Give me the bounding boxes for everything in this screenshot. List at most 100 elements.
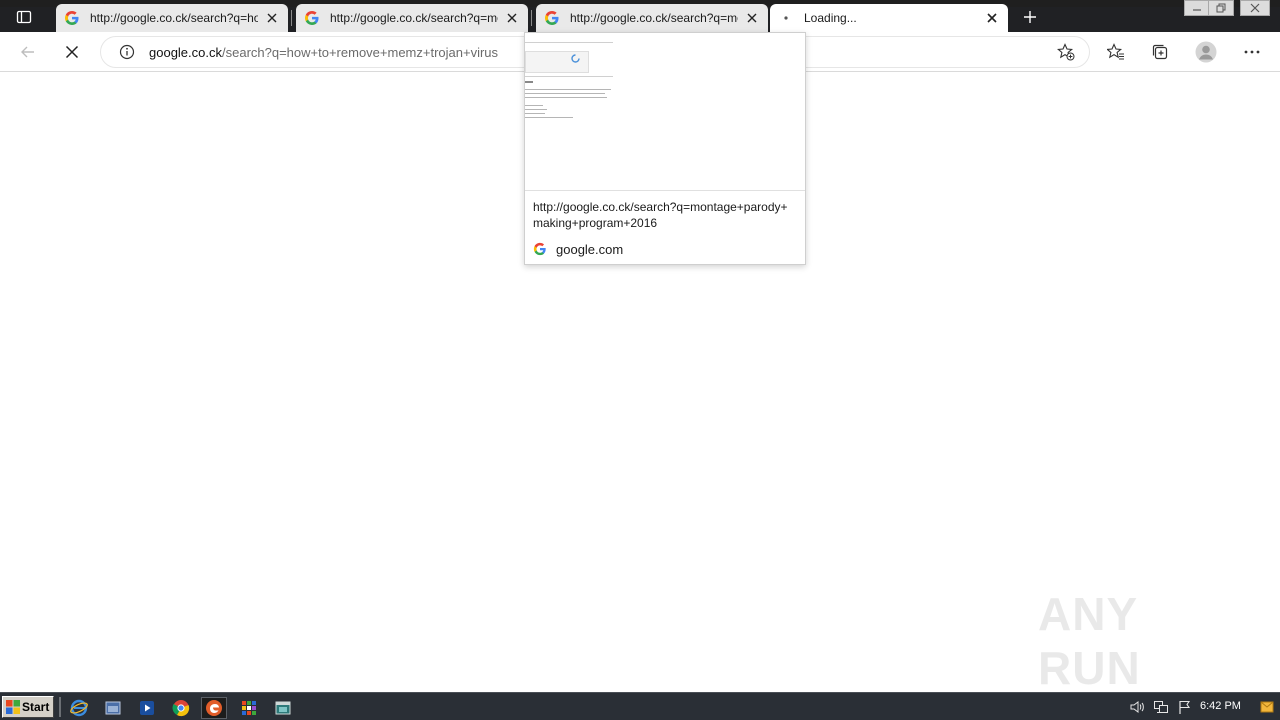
tab-close-button[interactable] (984, 10, 1000, 26)
preview-text-line (525, 93, 605, 94)
collections-button[interactable] (1144, 36, 1176, 68)
folder-window-icon (105, 701, 121, 715)
loading-spinner-icon (784, 16, 788, 20)
back-button[interactable] (12, 36, 44, 68)
flag-icon (1179, 700, 1191, 714)
profile-button[interactable] (1190, 36, 1222, 68)
hover-card-domain: google.com (556, 241, 624, 257)
tab-4-active[interactable]: Loading... (770, 4, 1008, 32)
media-player-icon (140, 701, 154, 715)
tab-separator (291, 10, 292, 26)
network-icon (1154, 701, 1168, 713)
minimize-icon (1193, 9, 1201, 11)
taskbar-window-app[interactable] (270, 697, 296, 719)
back-arrow-icon (21, 46, 34, 58)
close-icon (987, 13, 997, 23)
taskbar: Start 6:42 PM (0, 692, 1280, 720)
taskbar-ie[interactable] (66, 697, 92, 719)
favorites-button[interactable] (1100, 36, 1132, 68)
preview-text-line (525, 97, 607, 98)
tray-volume[interactable] (1128, 698, 1146, 716)
preview-text-line (525, 89, 611, 90)
google-icon (305, 11, 319, 25)
tab-2[interactable]: http://google.co.ck/search?q=montage+par… (296, 4, 528, 32)
tab-close-button[interactable] (264, 10, 280, 26)
preview-divider (525, 42, 613, 43)
address-path: /search?q=how+to+remove+memz+trojan+viru… (222, 44, 499, 60)
collections-icon (1152, 44, 1168, 60)
close-icon (507, 13, 517, 23)
taskbar-explorer[interactable] (100, 697, 126, 719)
settings-menu-button[interactable] (1236, 36, 1268, 68)
window-close-button[interactable] (1240, 0, 1270, 16)
restore-icon (1216, 3, 1226, 13)
tab-actions-icon (16, 10, 32, 24)
taskbar-media-player[interactable] (134, 697, 160, 719)
avatar-icon (1195, 41, 1217, 63)
recaptcha-icon (571, 54, 580, 63)
google-icon (65, 11, 79, 25)
show-desktop-button[interactable] (1259, 698, 1275, 716)
restore-button[interactable] (1208, 0, 1234, 16)
app-grid-icon (242, 701, 256, 715)
star-add-icon (1057, 43, 1075, 61)
browser-window: http://google.co.ck/search?q=how+to+remo… (0, 0, 1280, 720)
info-icon (119, 44, 135, 60)
anyrun-watermark: ANY RUN (1038, 588, 1238, 694)
preview-divider (525, 76, 613, 77)
speaker-icon (1130, 701, 1144, 713)
taskbar-app-grid[interactable] (236, 697, 262, 719)
start-label: Start (22, 700, 50, 714)
address-text: google.co.ck/search?q=how+to+remove+memz… (149, 45, 519, 60)
tab-separator (531, 10, 532, 26)
taskbar-edge-active[interactable] (201, 697, 227, 719)
tab-actions-button[interactable] (8, 5, 40, 29)
notification-icon (1260, 701, 1274, 713)
stop-loading-button[interactable] (56, 36, 88, 68)
preview-text-line (525, 105, 543, 106)
taskbar-separator (59, 697, 61, 717)
hover-card-url: http://google.co.ck/search?q=montage+par… (533, 200, 788, 230)
edge-icon (206, 700, 222, 716)
more-dots-icon (1244, 50, 1260, 54)
tab-close-button[interactable] (744, 10, 760, 26)
preview-text-line (525, 109, 547, 110)
preview-text-line (525, 117, 573, 118)
site-info-button[interactable] (111, 36, 143, 68)
tab-1[interactable]: http://google.co.ck/search?q=how+to+remo… (56, 4, 288, 32)
watermark-text: ANY RUN (1038, 588, 1141, 694)
tray-action-center[interactable] (1176, 698, 1194, 716)
preview-text-line (525, 113, 545, 114)
tab-title: http://google.co.ck/search?q=montage+par… (570, 11, 738, 25)
internet-explorer-icon (70, 699, 88, 717)
taskbar-chrome[interactable] (168, 697, 194, 719)
preview-heading (525, 81, 533, 83)
tab-close-button[interactable] (504, 10, 520, 26)
tab-title: Loading... (804, 11, 857, 25)
tray-network[interactable] (1152, 698, 1170, 716)
close-icon (267, 13, 277, 23)
new-tab-button[interactable] (1016, 6, 1044, 28)
plus-icon (1024, 11, 1036, 23)
add-favorite-button[interactable] (1050, 36, 1082, 68)
address-host: google.co.ck (149, 44, 222, 60)
google-icon (545, 11, 559, 25)
windows-logo-icon (6, 700, 20, 714)
google-icon (533, 242, 546, 256)
start-button[interactable]: Start (2, 696, 54, 718)
close-icon (1250, 3, 1260, 13)
application-window-icon (275, 701, 291, 715)
tab-hover-card: http://google.co.ck/search?q=montage+par… (524, 32, 806, 265)
tab-3[interactable]: http://google.co.ck/search?q=montage+par… (536, 4, 768, 32)
chrome-icon (172, 700, 190, 717)
tab-title: http://google.co.ck/search?q=how+to+remo… (90, 11, 258, 25)
close-icon (65, 45, 79, 59)
taskbar-clock: 6:42 PM (1200, 700, 1241, 712)
favorites-icon (1107, 43, 1124, 60)
hover-card-domain-row: google.com (533, 240, 623, 258)
tab-preview-thumbnail (525, 33, 805, 191)
close-icon (747, 13, 757, 23)
tab-strip: http://google.co.ck/search?q=how+to+remo… (0, 0, 1280, 32)
minimize-button[interactable] (1184, 0, 1210, 16)
tab-title: http://google.co.ck/search?q=montage+par… (330, 11, 498, 25)
